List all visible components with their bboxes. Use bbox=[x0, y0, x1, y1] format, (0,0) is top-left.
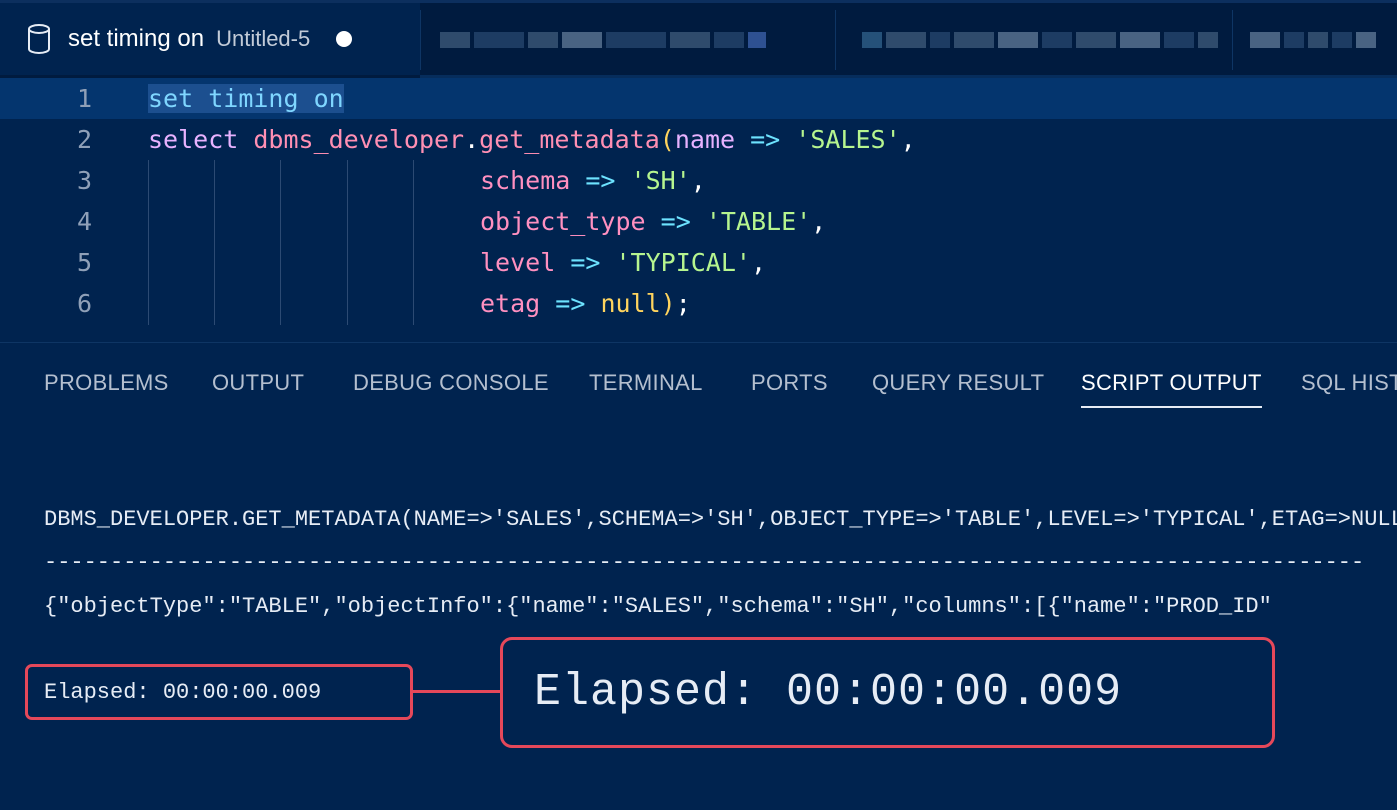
tab-obscured-1[interactable] bbox=[440, 22, 766, 58]
code-token: 'SALES' bbox=[795, 125, 901, 154]
elapsed-callout-text: Elapsed: 00:00:00.009 bbox=[534, 667, 1123, 718]
code-token: . bbox=[464, 125, 480, 154]
code-token: etag bbox=[480, 289, 541, 318]
code-line[interactable]: 3 schema => 'SH', bbox=[0, 160, 1397, 201]
code-token: dbms_developer bbox=[253, 125, 465, 154]
code-token: get_metadata bbox=[479, 125, 660, 154]
code-text: schema => 'SH', bbox=[480, 160, 706, 201]
code-token bbox=[193, 84, 209, 113]
code-token: on bbox=[313, 84, 344, 113]
tab-obscured-3[interactable] bbox=[1250, 22, 1376, 58]
code-token: , bbox=[750, 248, 767, 277]
code-token: => bbox=[585, 166, 616, 195]
code-token: , bbox=[690, 166, 706, 195]
code-text: level => 'TYPICAL', bbox=[480, 242, 766, 283]
script-output-json: {"objectType":"TABLE","objectInfo":{"nam… bbox=[44, 594, 1272, 619]
line-number: 4 bbox=[76, 207, 92, 236]
code-token: => bbox=[750, 125, 781, 154]
code-token bbox=[298, 84, 314, 113]
tab-divider bbox=[835, 10, 836, 70]
script-output-header: DBMS_DEVELOPER.GET_METADATA(NAME=>'SALES… bbox=[44, 507, 1397, 532]
code-text: set timing on bbox=[148, 78, 344, 119]
tab-divider bbox=[420, 10, 421, 70]
elapsed-callout-zoom: Elapsed: 00:00:00.009 bbox=[500, 637, 1275, 748]
code-token: 'TABLE' bbox=[705, 207, 812, 236]
line-number: 6 bbox=[76, 289, 92, 318]
editor-tab-bar: set timing on Untitled-5 bbox=[0, 0, 1397, 78]
code-line[interactable]: 1 set timing on bbox=[0, 78, 1397, 119]
code-token: object_type bbox=[480, 207, 646, 236]
panel-tab-debug-console[interactable]: DEBUG CONSOLE bbox=[353, 366, 549, 406]
code-token: schema bbox=[480, 166, 571, 195]
code-token: ; bbox=[675, 289, 691, 318]
tab-filename: Untitled-5 bbox=[216, 26, 311, 51]
code-text: select dbms_developer.get_metadata(name … bbox=[148, 119, 916, 160]
panel-tab-terminal[interactable]: TERMINAL bbox=[589, 366, 703, 406]
code-text: object_type => 'TABLE', bbox=[480, 201, 826, 242]
panel-tab-query-result[interactable]: QUERY RESULT bbox=[872, 366, 1044, 406]
unsaved-dot-icon[interactable] bbox=[336, 31, 353, 47]
code-token: null bbox=[600, 289, 661, 318]
panel-tab-output[interactable]: OUTPUT bbox=[212, 366, 304, 406]
panel-tab-strip: PROBLEMS OUTPUT DEBUG CONSOLE TERMINAL PORTS… bbox=[0, 366, 1397, 408]
code-token: , bbox=[900, 125, 916, 154]
code-token: 'SH' bbox=[630, 166, 691, 195]
code-text: etag => null); bbox=[480, 283, 691, 324]
code-token: set bbox=[148, 84, 194, 113]
code-token: ( bbox=[659, 125, 675, 154]
callout-connector bbox=[413, 690, 501, 693]
tab-set-timing-on[interactable]: set timing on Untitled-5 bbox=[0, 3, 420, 75]
line-number: 3 bbox=[76, 166, 92, 195]
line-number: 1 bbox=[76, 84, 92, 113]
code-editor[interactable]: 1 set timing on 2 select dbms_developer.get… bbox=[0, 78, 1397, 340]
code-token: => bbox=[570, 248, 601, 277]
code-token: , bbox=[811, 207, 827, 236]
code-line[interactable]: 6 etag => null); bbox=[0, 283, 1397, 324]
code-line[interactable]: 5 level => 'TYPICAL', bbox=[0, 242, 1397, 283]
panel-tab-problems[interactable]: PROBLEMS bbox=[44, 366, 169, 406]
script-output-separator: ----------------------------------------… bbox=[44, 550, 1365, 575]
code-token: timing bbox=[208, 84, 299, 113]
code-token: => bbox=[555, 289, 586, 318]
code-line[interactable]: 2 select dbms_developer.get_metadata(name… bbox=[0, 119, 1397, 160]
panel-top-border bbox=[0, 342, 1397, 343]
elapsed-highlight-box: Elapsed: 00:00:00.009 bbox=[25, 664, 413, 720]
code-token: level bbox=[480, 248, 556, 277]
elapsed-time-output: Elapsed: 00:00:00.009 bbox=[44, 680, 322, 705]
code-token: select bbox=[148, 125, 239, 154]
code-line[interactable]: 4 object_type => 'TABLE', bbox=[0, 201, 1397, 242]
panel-tab-script-output[interactable]: SCRIPT OUTPUT bbox=[1081, 366, 1262, 408]
tab-title: set timing on bbox=[68, 25, 205, 52]
line-number: 2 bbox=[76, 125, 92, 154]
code-token: name bbox=[674, 125, 736, 154]
code-token: => bbox=[660, 207, 691, 236]
database-icon bbox=[28, 24, 50, 54]
tab-divider bbox=[1232, 10, 1233, 70]
panel-tab-ports[interactable]: PORTS bbox=[751, 366, 828, 406]
code-token: ) bbox=[660, 289, 676, 318]
tab-obscured-2[interactable] bbox=[862, 22, 1218, 58]
line-number: 5 bbox=[76, 248, 92, 277]
panel-tab-sql-history[interactable]: SQL HISTORY bbox=[1301, 366, 1397, 406]
code-token: 'TYPICAL' bbox=[615, 248, 751, 277]
